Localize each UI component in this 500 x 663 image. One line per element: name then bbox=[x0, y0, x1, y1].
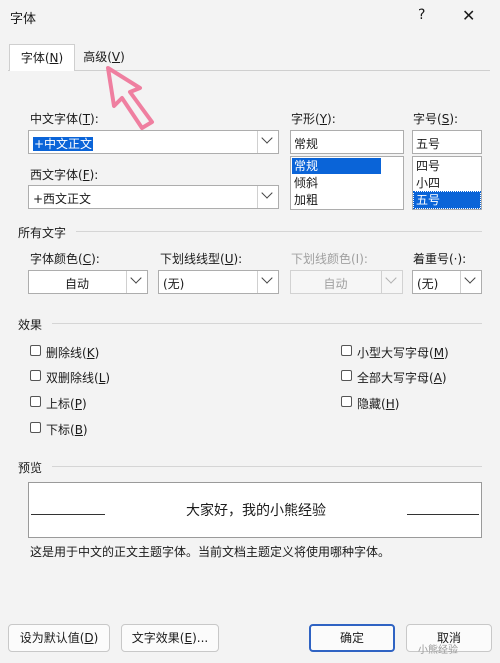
font-color-label: 字体颜色(C): bbox=[30, 252, 100, 266]
list-item[interactable]: 加粗 bbox=[292, 192, 402, 208]
underline-color-label: 下划线颜色(I): bbox=[291, 252, 368, 266]
preview-note: 这是用于中文的正文主题字体。当前文档主题定义将使用哪种字体。 bbox=[30, 545, 391, 559]
pointer-arrow-icon bbox=[106, 66, 154, 130]
section-preview: 预览 bbox=[18, 461, 43, 475]
checkbox-box[interactable] bbox=[30, 345, 41, 356]
list-item[interactable]: 小四 bbox=[414, 175, 480, 191]
font-style-input[interactable]: 常规 bbox=[290, 130, 404, 154]
font-style-list[interactable]: 常规 倾斜 加粗 bbox=[290, 156, 404, 210]
section-all-text: 所有文字 bbox=[18, 226, 67, 240]
underline-style-combo[interactable]: (无) bbox=[158, 270, 279, 294]
help-button[interactable]: ? bbox=[418, 7, 425, 23]
underline-color-combo: 自动 bbox=[290, 270, 403, 294]
checkbox-box[interactable] bbox=[341, 370, 352, 381]
western-font-label: 西文字体(F): bbox=[30, 168, 99, 182]
chinese-font-value: +中文正文 bbox=[33, 137, 94, 151]
text-effects-button[interactable]: 文字效果(E)... bbox=[121, 624, 219, 652]
chevron-down-icon[interactable] bbox=[257, 131, 278, 153]
western-font-combo[interactable]: +西文正文 bbox=[28, 185, 279, 209]
list-item[interactable]: 常规 bbox=[292, 158, 381, 174]
checkbox-box[interactable] bbox=[341, 345, 352, 356]
chevron-down-icon[interactable] bbox=[257, 271, 278, 293]
checkbox-box[interactable] bbox=[341, 396, 352, 407]
list-item[interactable]: 四号 bbox=[414, 158, 480, 174]
checkbox-box[interactable] bbox=[30, 422, 41, 433]
checkbox-box[interactable] bbox=[30, 396, 41, 407]
divider bbox=[52, 466, 482, 467]
western-font-value: +西文正文 bbox=[33, 192, 92, 206]
chinese-font-label: 中文字体(T): bbox=[30, 112, 99, 126]
preview-box: 大家好，我的小熊经验 bbox=[28, 482, 482, 538]
list-item[interactable]: 倾斜 bbox=[292, 175, 402, 191]
chevron-down-icon[interactable] bbox=[126, 271, 147, 293]
watermark-text: 小熊经验 bbox=[418, 645, 458, 656]
checkbox-box[interactable] bbox=[30, 370, 41, 381]
tab-font[interactable]: 字体(N) bbox=[9, 44, 75, 71]
font-size-input[interactable]: 五号 bbox=[412, 130, 482, 154]
chevron-down-icon[interactable] bbox=[460, 271, 481, 293]
dialog-title: 字体 bbox=[10, 12, 37, 27]
divider bbox=[52, 323, 482, 324]
font-size-label: 字号(S): bbox=[413, 112, 459, 126]
emphasis-mark-combo[interactable]: (无) bbox=[412, 270, 482, 294]
underline-style-label: 下划线线型(U): bbox=[160, 252, 243, 266]
font-size-list[interactable]: 四号 小四 五号 bbox=[412, 156, 482, 210]
close-button[interactable]: ✕ bbox=[462, 6, 475, 25]
font-style-label: 字形(Y): bbox=[291, 112, 336, 126]
chevron-down-icon bbox=[381, 271, 402, 293]
set-default-button[interactable]: 设为默认值(D) bbox=[8, 624, 110, 652]
preview-sample-text: 大家好，我的小熊经验 bbox=[186, 503, 326, 519]
ok-button[interactable]: 确定 bbox=[309, 624, 395, 652]
divider bbox=[76, 231, 482, 232]
font-color-combo[interactable]: 自动 bbox=[28, 270, 148, 294]
emphasis-mark-label: 着重号(·): bbox=[413, 252, 467, 266]
list-item[interactable]: 五号 bbox=[413, 191, 481, 209]
chevron-down-icon[interactable] bbox=[257, 186, 278, 208]
section-effects: 效果 bbox=[18, 318, 43, 332]
